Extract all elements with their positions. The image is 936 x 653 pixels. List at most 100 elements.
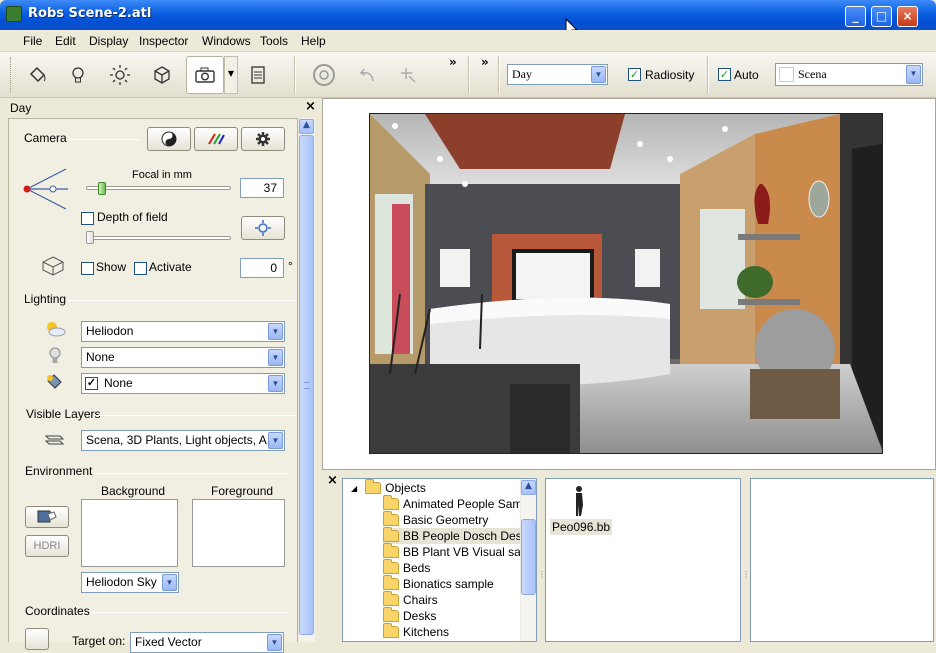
focus-target-button[interactable] [241, 216, 285, 240]
tree-item[interactable]: Beds [383, 559, 431, 576]
background-preview[interactable] [81, 499, 178, 567]
document-icon [251, 66, 265, 84]
tree-item[interactable]: Animated People Sample [383, 495, 536, 512]
folder-icon [383, 495, 399, 510]
scroll-up-icon[interactable]: ▲ [521, 480, 536, 495]
panel-scroll-thumb[interactable] [299, 135, 314, 635]
minimize-button[interactable]: _ [845, 6, 866, 27]
panel-close-button[interactable]: × [305, 99, 316, 114]
light-bucket-icon [47, 374, 62, 389]
camera-dropdown-arrow[interactable]: ▼ [224, 56, 238, 94]
menu-file[interactable]: File [23, 34, 42, 48]
paint-bucket-button[interactable] [19, 57, 55, 93]
rgb-lines-icon [208, 133, 225, 145]
focal-slider-thumb[interactable] [98, 182, 106, 195]
lighting-section-title: Lighting [24, 292, 67, 306]
light-3-select[interactable]: ✓ None ▼ [81, 373, 285, 394]
chevron-down-icon: ▼ [268, 432, 283, 449]
camera-mode-button[interactable] [147, 127, 191, 151]
file-item-label[interactable]: Peo096.bb [550, 519, 613, 535]
pick-button[interactable] [390, 57, 426, 93]
splitter-grip-2[interactable]: ⋮ [742, 570, 750, 579]
tree-item-label: Beds [403, 561, 431, 575]
visible-layers-select[interactable]: Scena, 3D Plants, Light objects, A... ▼ [81, 430, 285, 451]
divider [92, 473, 288, 474]
menu-edit[interactable]: Edit [55, 34, 76, 48]
auto-label: Auto [734, 68, 759, 82]
menu-inspector[interactable]: Inspector [139, 34, 188, 48]
camera-color-button[interactable] [194, 127, 238, 151]
environment-title: Environment [25, 464, 93, 478]
toolbar-grip[interactable] [10, 57, 13, 93]
object-button[interactable] [144, 57, 180, 93]
radiosity-checkbox[interactable]: ✓ [628, 68, 641, 81]
maximize-icon: □ [875, 9, 888, 23]
sky-select[interactable]: Heliodon Sky ▼ [81, 572, 179, 593]
orbit-button[interactable] [306, 57, 342, 93]
focal-input[interactable]: 37 [240, 178, 284, 198]
render-preview[interactable] [369, 113, 883, 454]
activate-checkbox[interactable] [134, 262, 147, 275]
visible-layers-value: Scena, 3D Plants, Light objects, A... [86, 433, 277, 447]
auto-checkbox[interactable]: ✓ [718, 68, 731, 81]
focal-slider-track[interactable] [86, 186, 231, 190]
tree-item[interactable]: Chairs [383, 591, 438, 608]
light-button[interactable] [60, 57, 96, 93]
menu-display[interactable]: Display [89, 34, 128, 48]
close-window-button[interactable]: × [897, 6, 918, 27]
camera-button[interactable] [186, 56, 224, 94]
tree-item[interactable]: Desks [383, 607, 436, 624]
divider [68, 139, 140, 140]
tree-item[interactable]: Bionatics sample [383, 575, 494, 592]
scene-select[interactable]: Scena ▼ [775, 63, 923, 86]
toolbar-overflow-chevron-2[interactable]: » [481, 55, 489, 69]
camera-settings-button[interactable] [241, 127, 285, 151]
scroll-up-icon[interactable]: ▲ [299, 119, 314, 134]
target-icon [255, 220, 271, 236]
light-2-select[interactable]: None ▼ [81, 347, 285, 368]
tree-scroll-thumb[interactable] [521, 519, 536, 595]
toolbar-overflow-chevron[interactable]: » [449, 55, 457, 69]
show-checkbox[interactable] [81, 262, 94, 275]
browser-close-button[interactable]: × [327, 473, 338, 488]
tree-item-label: Objects [385, 481, 426, 495]
hdri-button[interactable]: HDRI [25, 535, 69, 557]
toolbar-separator-4 [707, 56, 709, 94]
document-button[interactable] [240, 57, 276, 93]
depth-of-field-checkbox[interactable] [81, 212, 94, 225]
maximize-button[interactable]: □ [871, 6, 892, 27]
chevron-down-icon: ▼ [268, 323, 283, 340]
target-select[interactable]: Fixed Vector ▼ [130, 632, 284, 653]
coordinates-button[interactable] [25, 628, 49, 650]
foreground-preview[interactable] [192, 499, 285, 567]
radiosity-label: Radiosity [645, 68, 695, 82]
menu-tools[interactable]: Tools [260, 34, 288, 48]
tree-item[interactable]: Basic Geometry [383, 511, 488, 528]
chevron-down-icon: ▼ [267, 634, 282, 651]
sun-button[interactable] [102, 57, 138, 93]
dof-slider-track[interactable] [86, 236, 231, 240]
file-list[interactable]: Peo096.bb [545, 478, 741, 642]
gear-icon [256, 132, 270, 146]
menu-help[interactable]: Help [301, 34, 326, 48]
camera-frustum-icon [23, 168, 68, 210]
folder-tree[interactable]: ◢ Objects Animated People Sample Basic G… [342, 478, 537, 642]
sun-light-value: Heliodon [86, 324, 134, 338]
undo-button[interactable] [350, 57, 386, 93]
dof-slider-thumb[interactable] [86, 231, 94, 244]
menu-windows[interactable]: Windows [202, 34, 251, 48]
close-icon: × [902, 9, 913, 23]
folder-icon [383, 623, 399, 638]
crosshair-pick-icon [401, 68, 416, 83]
environment-image-button[interactable] [25, 506, 69, 528]
tree-item[interactable]: Kitchens [383, 623, 450, 640]
light-3-checkbox[interactable]: ✓ [85, 377, 98, 390]
sun-light-select[interactable]: Heliodon ▼ [81, 321, 285, 342]
tree-item[interactable]: BB Plant VB Visual sampl [383, 543, 536, 560]
collapse-icon[interactable]: ◢ [351, 484, 357, 493]
tree-item-objects[interactable]: ◢ Objects [351, 479, 426, 496]
time-of-day-select[interactable]: Day ▼ [507, 64, 608, 85]
tree-item-label: Kitchens [403, 625, 450, 639]
tree-item-selected[interactable]: BB People Dosch Design [383, 527, 536, 544]
angle-input[interactable]: 0 [240, 258, 284, 278]
